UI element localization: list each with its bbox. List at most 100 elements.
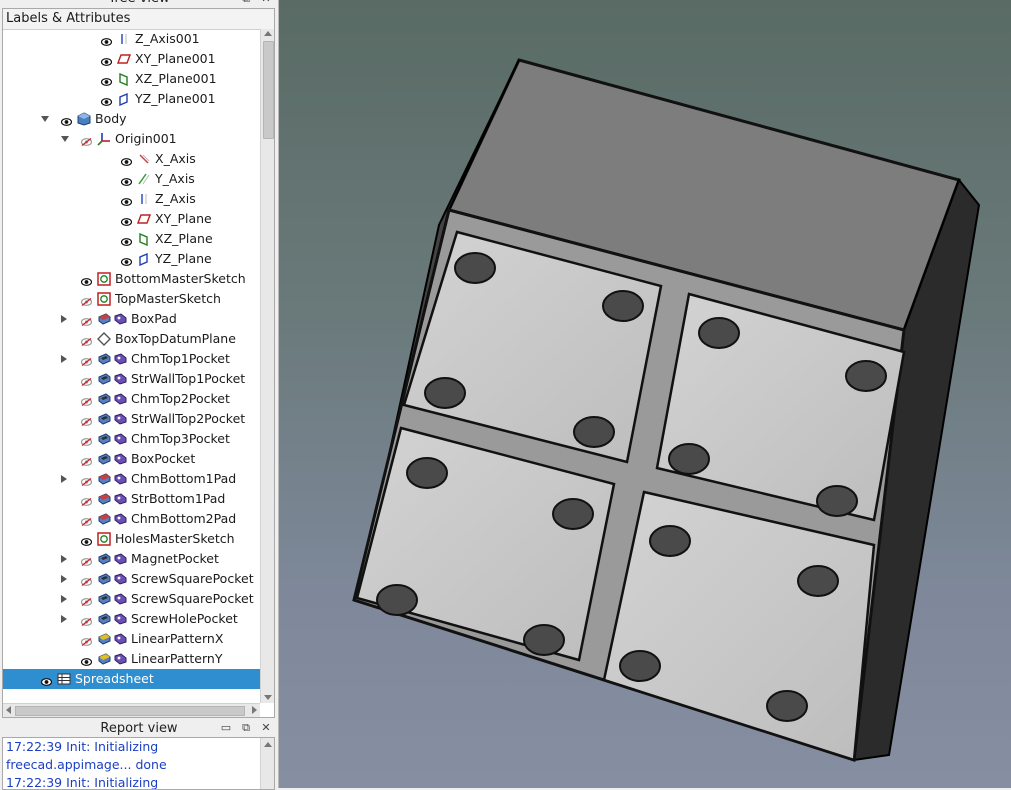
visibility-icon[interactable] bbox=[100, 54, 113, 66]
hidden-visibility-icon[interactable] bbox=[80, 434, 93, 447]
float-icon[interactable]: ⧉ bbox=[240, 0, 252, 5]
hole bbox=[424, 377, 466, 409]
visibility-icon[interactable] bbox=[80, 534, 93, 546]
visibility-icon[interactable] bbox=[100, 34, 113, 46]
collapse-arrow-icon[interactable] bbox=[61, 475, 67, 483]
tree-item[interactable]: LinearPatternX bbox=[3, 629, 260, 649]
close-icon[interactable]: ✕ bbox=[260, 0, 272, 5]
visibility-icon[interactable] bbox=[100, 74, 113, 86]
tree-item[interactable]: ScrewHolePocket bbox=[3, 609, 260, 629]
visibility-icon[interactable] bbox=[120, 194, 133, 206]
report-view[interactable]: 17:22:39 Init: Initializing freecad.appi… bbox=[2, 737, 275, 790]
hidden-visibility-icon[interactable] bbox=[80, 374, 93, 387]
hidden-visibility-icon[interactable] bbox=[80, 314, 93, 327]
visibility-icon[interactable] bbox=[120, 254, 133, 266]
tree-item[interactable]: MagnetPocket bbox=[3, 549, 260, 569]
body-icon bbox=[77, 112, 91, 126]
tree-view[interactable]: Labels & Attributes Z_Axis001 XY_Plane001… bbox=[2, 8, 275, 718]
tree-item[interactable]: Z_Axis001 bbox=[3, 29, 260, 49]
visibility-icon[interactable] bbox=[120, 154, 133, 166]
tree-item[interactable]: X_Axis bbox=[3, 149, 260, 169]
tree-item[interactable]: Body bbox=[3, 109, 260, 129]
tree-item[interactable]: Spreadsheet bbox=[3, 669, 260, 689]
hidden-visibility-icon[interactable] bbox=[80, 474, 93, 487]
expand-arrow-icon[interactable] bbox=[61, 136, 69, 142]
minimize-icon[interactable]: ▭ bbox=[220, 722, 232, 734]
expand-arrow-icon[interactable] bbox=[41, 116, 49, 122]
tree-item[interactable]: BoxTopDatumPlane bbox=[3, 329, 260, 349]
visibility-icon[interactable] bbox=[80, 274, 93, 286]
scroll-up-icon[interactable] bbox=[264, 742, 272, 747]
tree-item[interactable]: ChmTop1Pocket bbox=[3, 349, 260, 369]
hidden-visibility-icon[interactable] bbox=[80, 614, 93, 627]
tree-item[interactable]: Y_Axis bbox=[3, 169, 260, 189]
tree-header[interactable]: Labels & Attributes bbox=[3, 9, 274, 30]
collapse-arrow-icon[interactable] bbox=[61, 315, 67, 323]
visibility-icon[interactable] bbox=[60, 114, 73, 126]
visibility-icon[interactable] bbox=[120, 174, 133, 186]
visibility-icon[interactable] bbox=[40, 674, 53, 686]
tree-item[interactable]: StrBottom1Pad bbox=[3, 489, 260, 509]
report-scrollbar[interactable] bbox=[260, 738, 274, 789]
tree-item[interactable]: XZ_Plane bbox=[3, 229, 260, 249]
collapse-arrow-icon[interactable] bbox=[61, 615, 67, 623]
visibility-icon[interactable] bbox=[120, 214, 133, 226]
hidden-visibility-icon[interactable] bbox=[80, 354, 93, 367]
tree-item[interactable]: HolesMasterSketch bbox=[3, 529, 260, 549]
tree-item[interactable]: ChmTop2Pocket bbox=[3, 389, 260, 409]
hidden-visibility-icon[interactable] bbox=[80, 334, 93, 347]
tree-item[interactable]: BoxPocket bbox=[3, 449, 260, 469]
tree-item[interactable]: ScrewSquarePocket bbox=[3, 589, 260, 609]
tree-item-label: Body bbox=[95, 111, 127, 126]
hidden-visibility-icon[interactable] bbox=[80, 554, 93, 567]
collapse-arrow-icon[interactable] bbox=[61, 555, 67, 563]
scroll-down-icon[interactable] bbox=[264, 695, 272, 700]
tree-item-label: XZ_Plane bbox=[155, 231, 213, 246]
tree-item[interactable]: XY_Plane001 bbox=[3, 49, 260, 69]
hidden-visibility-icon[interactable] bbox=[80, 634, 93, 647]
hidden-visibility-icon[interactable] bbox=[80, 134, 93, 147]
tree-item[interactable]: ChmBottom2Pad bbox=[3, 509, 260, 529]
scroll-left-icon[interactable] bbox=[6, 706, 11, 714]
tree-item[interactable]: ChmTop3Pocket bbox=[3, 429, 260, 449]
tree-item[interactable]: XZ_Plane001 bbox=[3, 69, 260, 89]
visibility-icon[interactable] bbox=[120, 234, 133, 246]
tree-item[interactable]: ChmBottom1Pad bbox=[3, 469, 260, 489]
tree-item[interactable]: TopMasterSketch bbox=[3, 289, 260, 309]
hidden-visibility-icon[interactable] bbox=[80, 454, 93, 467]
hidden-visibility-icon[interactable] bbox=[80, 514, 93, 527]
scroll-thumb[interactable] bbox=[263, 41, 274, 139]
tree-item[interactable]: LinearPatternY bbox=[3, 649, 260, 669]
collapse-arrow-icon[interactable] bbox=[61, 355, 67, 363]
pad-icon bbox=[97, 312, 111, 326]
scroll-up-icon[interactable] bbox=[264, 31, 272, 36]
tree-item[interactable]: StrWallTop1Pocket bbox=[3, 369, 260, 389]
scroll-right-icon[interactable] bbox=[252, 706, 257, 714]
tree-item[interactable]: StrWallTop2Pocket bbox=[3, 409, 260, 429]
hidden-visibility-icon[interactable] bbox=[80, 494, 93, 507]
tree-item[interactable]: Z_Axis bbox=[3, 189, 260, 209]
hscroll-thumb[interactable] bbox=[15, 706, 245, 716]
hidden-visibility-icon[interactable] bbox=[80, 414, 93, 427]
3d-view[interactable] bbox=[279, 0, 1011, 788]
tree-item[interactable]: YZ_Plane bbox=[3, 249, 260, 269]
visibility-icon[interactable] bbox=[80, 654, 93, 666]
hidden-visibility-icon[interactable] bbox=[80, 394, 93, 407]
tree-item[interactable]: XY_Plane bbox=[3, 209, 260, 229]
tree-item[interactable]: Origin001 bbox=[3, 129, 260, 149]
tree-item[interactable]: YZ_Plane001 bbox=[3, 89, 260, 109]
float-icon[interactable]: ⧉ bbox=[240, 722, 252, 734]
horizontal-scrollbar[interactable] bbox=[3, 703, 260, 717]
tree-item[interactable]: BoxPad bbox=[3, 309, 260, 329]
close-icon[interactable]: ✕ bbox=[260, 722, 272, 734]
tree-item[interactable]: BottomMasterSketch bbox=[3, 269, 260, 289]
collapse-arrow-icon[interactable] bbox=[61, 595, 67, 603]
visibility-icon[interactable] bbox=[100, 94, 113, 106]
hidden-visibility-icon[interactable] bbox=[80, 294, 93, 307]
tree-item[interactable]: ScrewSquarePocket bbox=[3, 569, 260, 589]
pocket-icon bbox=[97, 592, 111, 606]
collapse-arrow-icon[interactable] bbox=[61, 575, 67, 583]
hidden-visibility-icon[interactable] bbox=[80, 594, 93, 607]
hidden-visibility-icon[interactable] bbox=[80, 574, 93, 587]
vertical-scrollbar[interactable] bbox=[260, 29, 274, 703]
